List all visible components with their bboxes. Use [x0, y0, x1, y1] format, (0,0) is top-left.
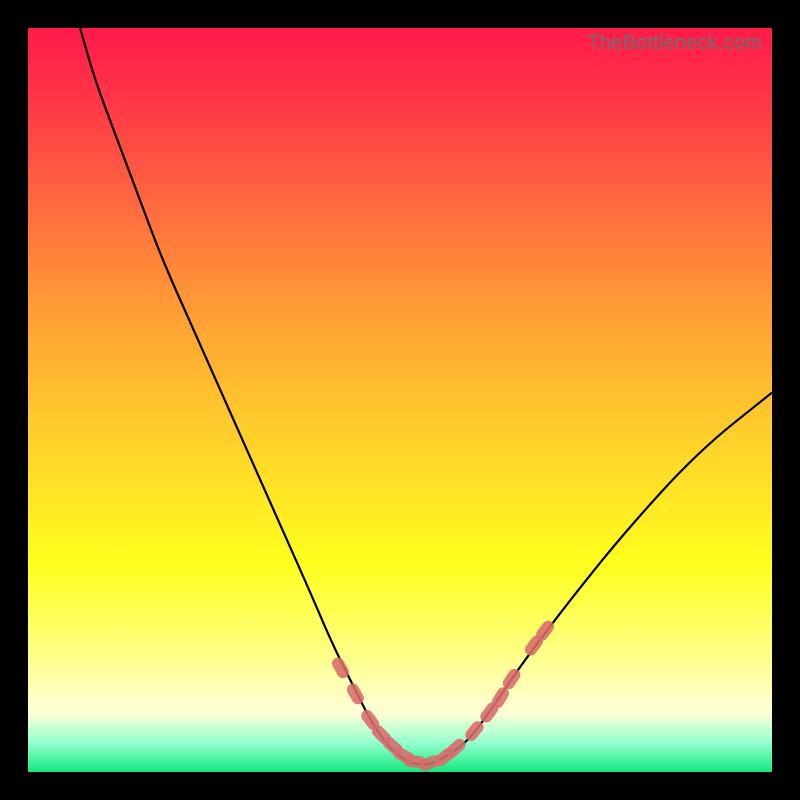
curve-markers [330, 618, 557, 772]
chart-frame: TheBottleneck.com [0, 0, 800, 800]
curve-line [80, 28, 772, 765]
chart-plot-area: TheBottleneck.com [28, 28, 772, 772]
bottleneck-curve [28, 28, 772, 772]
